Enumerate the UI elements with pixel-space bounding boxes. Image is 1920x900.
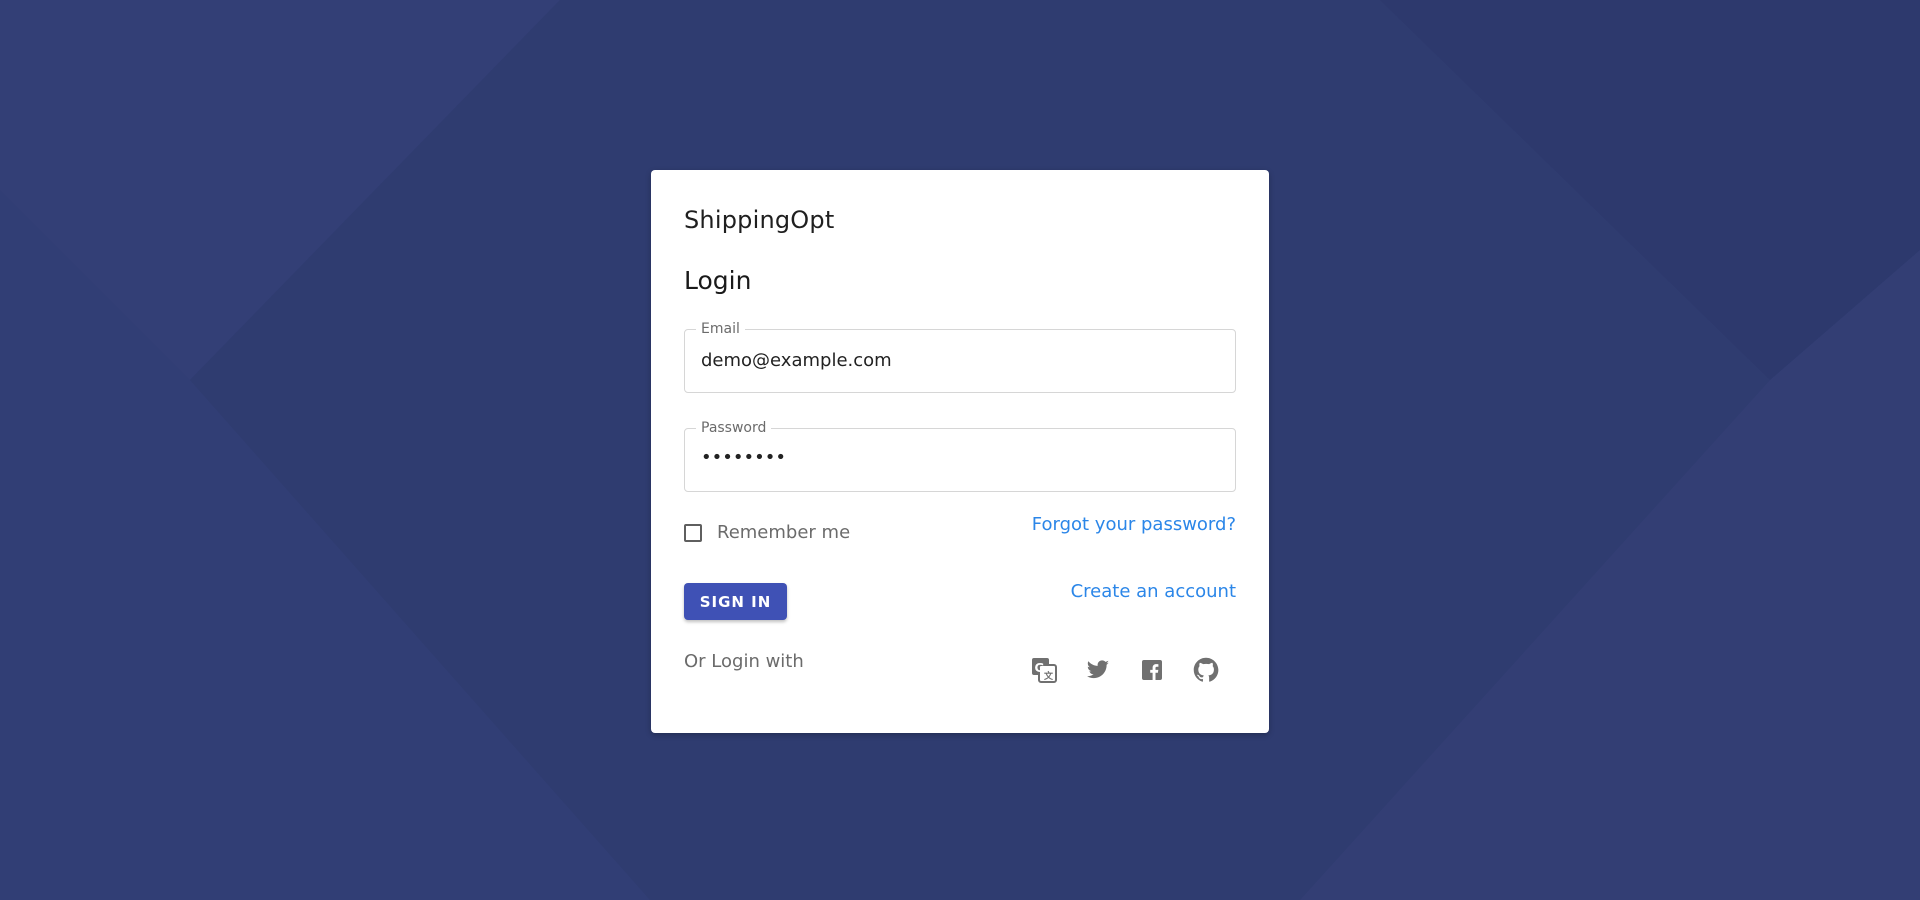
- google-translate-icon[interactable]: G 文: [1029, 655, 1059, 685]
- create-account-link[interactable]: Create an account: [1071, 581, 1236, 602]
- facebook-icon[interactable]: [1137, 655, 1167, 685]
- email-label: Email: [696, 321, 745, 337]
- remember-me[interactable]: Remember me: [684, 522, 850, 543]
- twitter-icon[interactable]: [1083, 655, 1113, 685]
- login-card: ShippingOpt Login Email demo@example.com…: [651, 170, 1269, 733]
- password-input[interactable]: ••••••••: [701, 447, 786, 468]
- remember-me-label: Remember me: [717, 522, 851, 543]
- password-label: Password: [696, 420, 772, 436]
- svg-text:文: 文: [1043, 670, 1054, 682]
- remember-me-checkbox[interactable]: [684, 523, 702, 542]
- svg-text:G: G: [1035, 661, 1045, 675]
- github-icon[interactable]: [1191, 655, 1221, 685]
- forgot-password-link[interactable]: Forgot your password?: [1032, 514, 1236, 535]
- page-title: Login: [684, 266, 752, 295]
- email-input[interactable]: demo@example.com: [701, 350, 892, 371]
- brand-title: ShippingOpt: [684, 206, 835, 234]
- password-field[interactable]: Password ••••••••: [684, 420, 1236, 492]
- social-login-icons: G 文: [1029, 655, 1221, 685]
- email-field[interactable]: Email demo@example.com: [684, 321, 1236, 393]
- sign-in-button[interactable]: SIGN IN: [684, 583, 787, 620]
- or-login-with-label: Or Login with: [684, 651, 804, 672]
